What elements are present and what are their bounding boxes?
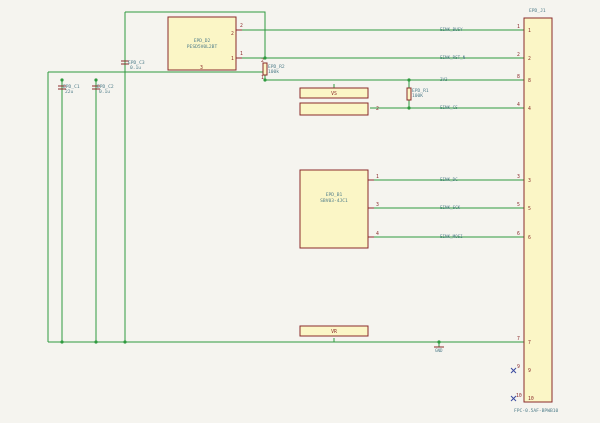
value-label: 100K [412,93,423,99]
junction-dot [407,106,411,110]
pin-number: 10 [516,393,522,399]
pin-number: 4 [528,106,531,112]
pin-number: 2 [376,106,379,112]
junction-dot [60,340,64,344]
net-label: EINK_MOSI [440,234,463,239]
ref-label: EPD_J1 [529,8,546,14]
net-label: EINK_BUSY [440,27,463,32]
net-labels: EINK_BUSY EINK_RST_N 3V3 EINK_CS EINK_DC… [440,27,466,239]
net-label: EINK_RST_N [440,55,466,60]
net-label: 3V3 [440,77,448,82]
junction-dot [123,340,127,344]
pin-number: 1 [261,75,264,81]
pin-number: 8 [528,78,531,84]
value-label: 100k [268,69,279,75]
ref-label: EPD_D2 [194,38,211,44]
block-label: VS [331,91,337,97]
junction-dot [60,78,64,82]
net-label: EINK_SCK [440,205,461,210]
pin-number: 3 [517,174,520,180]
component-epd-j1[interactable]: EPD_J1 FPC-0.5AF-BPWB10 1 2 8 4 3 5 6 7 … [510,8,558,414]
pin-number: 3 [376,202,379,208]
junction-dot [94,78,98,82]
pin-number: 10 [528,396,534,402]
pin-number: 1 [528,28,531,34]
pin-number: 2 [517,52,520,58]
ground-symbol: GND [434,346,444,353]
pin-number: 2 [240,23,243,29]
gnd-label: GND [435,348,443,353]
pin-number: 7 [517,336,520,342]
pin-number: 3 [528,178,531,184]
component-block-vs[interactable]: VS [299,87,369,99]
junction-dot [407,78,411,82]
pin-number: 2 [528,56,531,62]
component-epd-d2[interactable]: EPD_D2 PESD5V0L2BT 2 1 2 1 3 [167,16,243,71]
ref-label: EPD_B1 [326,192,343,198]
junction-dot [437,340,441,344]
net-label: EINK_CS [440,105,458,110]
pin-number: 4 [376,231,379,237]
pin-number: 1 [517,24,520,30]
component-epd-r1[interactable]: EPD_R1 100K [406,87,429,101]
pin-number: 2 [231,31,234,37]
pin-number: 6 [528,235,531,241]
pin-number: 8 [517,74,520,80]
schematic-canvas: EPD_D2 PESD5V0L2BT 2 1 2 1 3 EPD_C3 0.1u… [47,8,558,414]
value-label: 0.1u [99,89,110,95]
value-label: FPC-0.5AF-BPWB10 [514,408,558,414]
net-label: EINK_DC [440,177,458,182]
pin-number: 1 [240,51,243,57]
pin-number: 3 [200,65,203,71]
pin-number: 1 [231,56,234,62]
pin-number: 5 [517,202,520,208]
pin-number: 9 [528,368,531,374]
value-label: PESD5V0L2BT [187,44,218,50]
pin-number: 2 [261,58,264,64]
junction-dot [94,340,98,344]
component-block-vr[interactable]: VR [299,325,369,337]
value-label: 22u [65,89,74,95]
value-label: 0.1u [130,65,141,71]
pin-number: 9 [517,364,520,370]
pin-number: 5 [528,206,531,212]
pin-number: 1 [376,174,379,180]
block-label: VR [331,329,337,335]
pin-number: 6 [517,231,520,237]
component-epd-c1[interactable]: EPD_C1 22u [58,84,80,95]
pin-number: 7 [528,340,531,346]
value-label: SBV03-4JC1 [320,198,348,204]
component-epd-b1[interactable]: EPD_B1 SBV03-4JC1 1 3 4 [299,169,379,249]
component-block-2[interactable]: 2 [299,102,379,116]
pin-number: 4 [517,102,520,108]
component-epd-c2[interactable]: EPD_C2 0.1u [92,84,114,95]
